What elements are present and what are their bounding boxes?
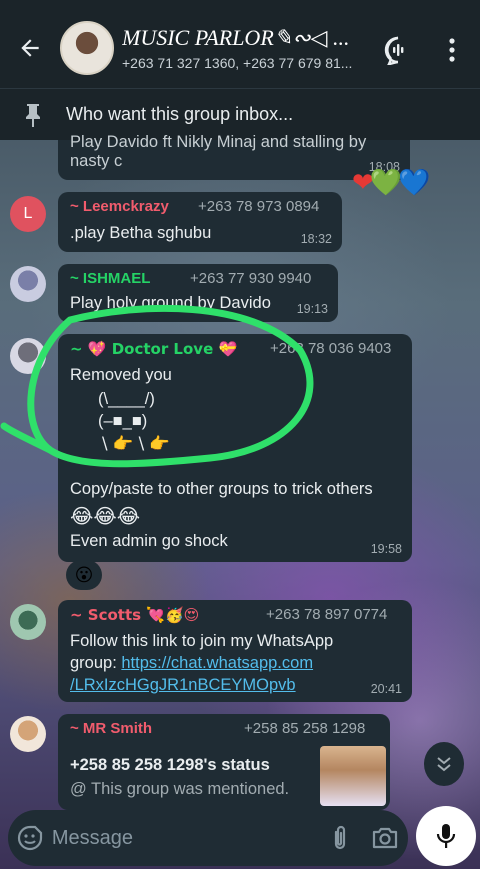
heart-reactions: ❤💚💙 <box>352 168 431 198</box>
message-text: Even admin go shock <box>70 532 228 550</box>
sticker-icon[interactable] <box>8 825 52 851</box>
message-text: Removed you <box>70 366 172 384</box>
group-name: MUSIC PARLOR✎∾◁ ... <box>122 25 350 50</box>
sender-name[interactable]: ~ ISHMAEL <box>70 270 150 287</box>
message-text-prefix: group: <box>70 654 122 672</box>
message-composer <box>8 810 408 866</box>
attach-icon[interactable] <box>317 824 363 852</box>
sender-name[interactable]: ~ Leemckrazy <box>70 198 169 215</box>
message-text: (\____/) <box>98 390 155 408</box>
invite-link[interactable]: https://chat.whatsapp.com <box>121 654 313 672</box>
group-avatar[interactable] <box>60 21 114 75</box>
group-info[interactable]: MUSIC PARLOR✎∾◁ ... +263 71 327 1360, +2… <box>122 25 362 71</box>
status-bar <box>0 0 480 8</box>
avatar[interactable]: L <box>10 196 46 232</box>
message-bubble[interactable]: ~ ISHMAEL +263 77 930 9940 Play holy gro… <box>58 264 338 322</box>
sender-phone: +263 78 973 0894 <box>198 198 320 215</box>
message-reaction[interactable]: 😮 <box>66 560 102 590</box>
group-members: +263 71 327 1360, +263 77 679 81... <box>122 55 353 71</box>
message-text: 😂😂😂 <box>70 504 141 528</box>
chat-header: MUSIC PARLOR✎∾◁ ... +263 71 327 1360, +2… <box>0 8 480 88</box>
message-bubble[interactable]: ~ 💖 Doctor Love 💝 +263 78 036 9403 Remov… <box>58 334 412 562</box>
voice-chat-icon[interactable] <box>378 30 418 70</box>
message-text: .play Betha sghubu <box>70 224 212 242</box>
message-time: 19:13 <box>296 302 328 316</box>
message-input[interactable] <box>51 826 317 850</box>
avatar[interactable] <box>10 604 46 640</box>
avatar[interactable] <box>10 266 46 302</box>
scroll-to-bottom-button[interactable] <box>424 742 464 786</box>
sender-name[interactable]: ~ Scotts 💘🥳😍 <box>70 606 199 624</box>
sender-name[interactable]: ~ MR Smith <box>70 720 152 737</box>
avatar[interactable] <box>10 716 46 752</box>
message-text: Follow this link to join my WhatsApp <box>70 632 334 650</box>
message-text: (–■_■) <box>98 412 148 430</box>
message-time: 19:58 <box>370 542 402 556</box>
message-text: \ 👉 \ 👉 <box>102 434 170 453</box>
sender-phone: +263 78 036 9403 <box>270 340 392 357</box>
sender-phone: +263 78 897 0774 <box>266 606 388 623</box>
message-bubble[interactable]: ~ Scotts 💘🥳😍 +263 78 897 0774 Follow thi… <box>58 600 412 702</box>
microphone-button[interactable] <box>416 806 476 866</box>
message-text: Copy/paste to other groups to trick othe… <box>70 480 373 498</box>
message-bubble[interactable]: ~ Leemckrazy +263 78 973 0894 .play Beth… <box>58 192 342 252</box>
chevron-down-icon <box>437 757 451 772</box>
camera-icon[interactable] <box>362 826 408 850</box>
sender-phone: +258 85 258 1298 <box>244 720 366 737</box>
status-thumbnail[interactable] <box>320 746 386 806</box>
message-text: Play Davido ft Nikly Minaj and stalling … <box>70 133 367 151</box>
message-text: group: https://chat.whatsapp.com <box>70 654 313 673</box>
avatar[interactable] <box>10 338 46 374</box>
message-text: /LRxIzcHGgJR1nBCEYMOpvb <box>70 676 296 695</box>
invite-link-continued[interactable]: /LRxIzcHGgJR1nBCEYMOpvb <box>70 676 296 694</box>
sender-phone: +263 77 930 9940 <box>190 270 312 287</box>
sender-name[interactable]: ~ 💖 Doctor Love 💝 <box>70 340 237 358</box>
back-arrow-icon[interactable] <box>0 8 60 88</box>
status-subtitle: @ This group was mentioned. <box>70 780 290 798</box>
pinned-message-text: Who want this group inbox... <box>66 104 294 124</box>
message-time: 18:32 <box>300 232 332 246</box>
pin-icon <box>0 102 66 128</box>
message-text: nasty c <box>70 152 123 170</box>
message-time: 20:41 <box>370 682 402 696</box>
microphone-icon <box>436 824 456 848</box>
status-title: +258 85 258 1298's status <box>70 756 270 774</box>
message-text: Play holy ground by Davido <box>70 294 271 312</box>
more-options-icon[interactable] <box>432 30 472 70</box>
